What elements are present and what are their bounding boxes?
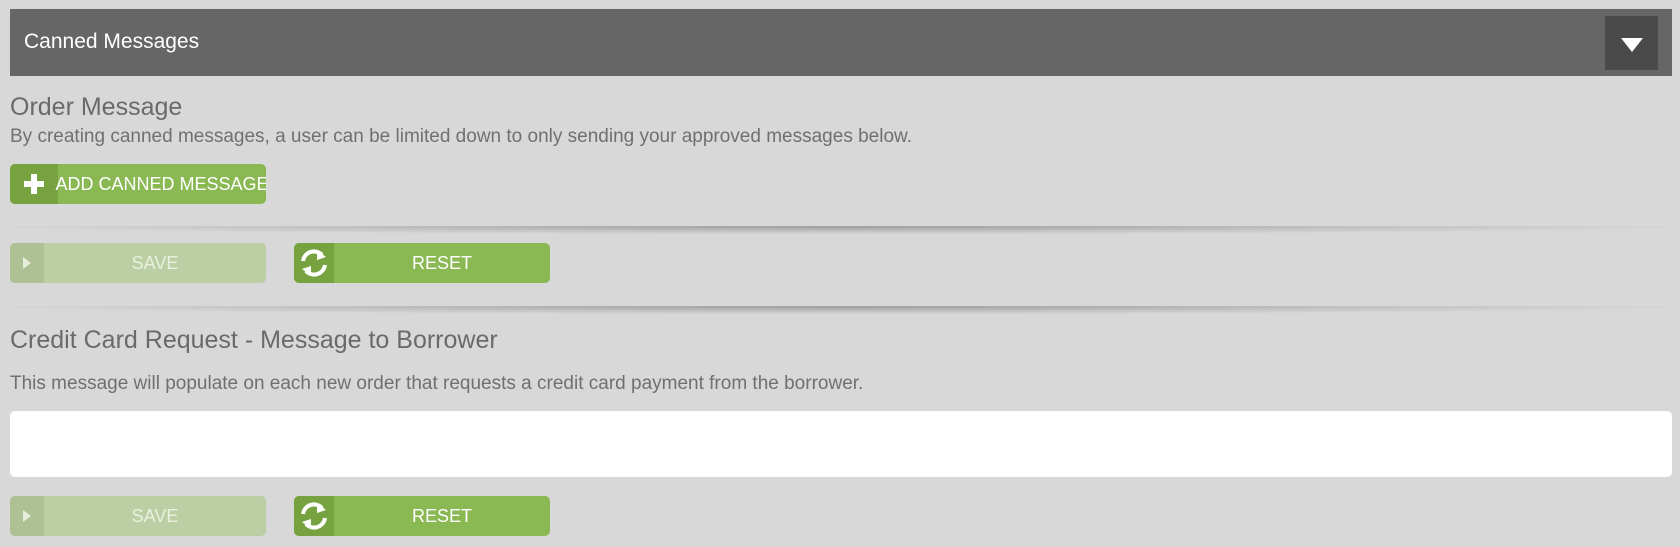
- add-canned-message-button[interactable]: ADD CANNED MESSAGE: [10, 164, 266, 204]
- credit-card-request-title: Credit Card Request - Message to Borrowe…: [10, 326, 498, 354]
- section-divider: [10, 226, 1672, 234]
- refresh-icon: [294, 496, 334, 536]
- credit-card-save-button[interactable]: SAVE: [10, 496, 266, 536]
- refresh-icon: [294, 243, 334, 283]
- save-label: SAVE: [131, 252, 179, 273]
- add-canned-message-label: ADD CANNED MESSAGE: [55, 173, 266, 194]
- order-message-title: Order Message: [10, 93, 183, 121]
- borrower-message-field[interactable]: [10, 411, 1672, 477]
- triangle-down-icon: [1621, 38, 1643, 52]
- panel-title: Canned Messages: [24, 30, 200, 53]
- section-divider: [10, 306, 1672, 314]
- order-message-description: By creating canned messages, a user can …: [10, 126, 912, 147]
- reset-label: RESET: [411, 252, 472, 273]
- reset-label: RESET: [411, 505, 472, 526]
- order-message-save-button[interactable]: SAVE: [10, 243, 266, 283]
- plus-icon: [10, 164, 58, 204]
- save-label: SAVE: [131, 505, 179, 526]
- play-icon: [10, 496, 44, 536]
- order-message-reset-button[interactable]: RESET: [294, 243, 550, 283]
- credit-card-request-description: This message will populate on each new o…: [10, 373, 864, 394]
- credit-card-reset-button[interactable]: RESET: [294, 496, 550, 536]
- collapse-button[interactable]: [1605, 16, 1658, 70]
- play-icon: [10, 243, 44, 283]
- panel-header: Canned Messages: [10, 9, 1672, 76]
